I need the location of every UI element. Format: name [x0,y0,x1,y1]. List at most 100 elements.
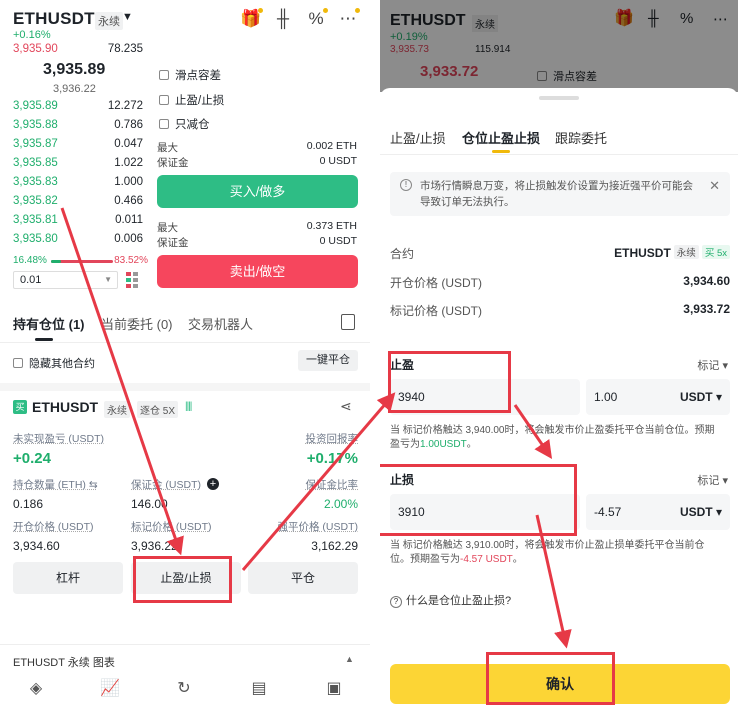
diamond-icon[interactable]: ◈ [26,680,46,698]
chevron-up-icon[interactable]: ▲ [345,654,354,664]
tab-position-tpsl[interactable]: 仓位止盈止损 [462,128,540,153]
trading-screen: ETHUSDT 永续 ▼ +0.16% 🎁 ╫ % ⋯ 3,935.90 78.… [0,0,370,707]
reduce-only-option[interactable]: 只减仓 [159,116,210,132]
margin-mode-tag: 逐仓 5X [137,401,179,418]
tp-price-input[interactable]: 3940 [390,379,580,415]
mark-price-row: 标记价格 (USDT) 3,933.72 [390,302,730,318]
candlestick-icon[interactable]: ╫ [272,8,294,30]
option-label: 止盈/止损 [175,95,225,107]
tpsl-sheet-screen: ETHUSDT 永续 +0.19% 3,935.73 115.914 3,933… [380,0,738,707]
close-position-button[interactable]: 平仓 [248,562,358,594]
checkbox[interactable] [159,95,169,105]
sl-unit-select[interactable]: USDT ▾ [680,494,722,530]
share-icon[interactable]: ⋖ [340,398,352,415]
bid-row[interactable]: 3,935.80 0.006 [13,233,143,247]
max-value: 0.373 ETH [306,220,357,232]
sell-margin: 保证金 0 USDT [157,235,357,249]
roi-label: 投资回报率 [305,433,359,445]
bid-row[interactable]: 3,935.89 12.272 [13,100,143,114]
modal-overlay[interactable] [380,0,738,92]
swap-icon[interactable]: ↻ [174,680,194,698]
side-leverage-tag: 买 5x [701,245,730,259]
entry-price-value: 3,934.60 [683,274,730,288]
percent-icon[interactable]: % [305,8,328,30]
unrealized-pnl: 未实现盈亏 (USDT) +0.24 [13,431,104,467]
bid-row[interactable]: 3,935.82 0.466 [13,195,143,209]
checkbox[interactable] [159,70,169,80]
slippage-option[interactable]: 滑点容差 [159,67,221,83]
bid-row[interactable]: 3,935.87 0.047 [13,138,143,152]
position-symbol[interactable]: ETHUSDT [32,399,98,415]
tp-unit-select[interactable]: USDT ▾ [680,379,722,415]
sl-hint-end: 。 [512,554,523,565]
chart-drawer-title[interactable]: ETHUSDT 永续 图表 [13,654,115,670]
buy-margin: 保证金 0 USDT [157,155,357,169]
sl-pnl-input[interactable]: -4.57 USDT ▾ [586,494,730,530]
chart-icon[interactable]: 📈 [100,680,120,698]
roi: 投资回报率 +0.17% [306,431,359,467]
margin-label: 保证金 [157,237,189,249]
sl-hint-pnl: -4.57 USDT [460,554,513,565]
contract-tag: 永续 [95,12,123,30]
bid-row[interactable]: 3,935.83 1.000 [13,176,143,190]
tab-bots[interactable]: 交易机器人 [188,314,253,333]
margin-ratio: 保证金比率 2.00% [306,477,359,511]
chevron-down-icon[interactable]: ▼ [122,11,133,23]
contract-label: 合约 [390,247,415,261]
divider [0,383,370,391]
orderbook-layout-icon[interactable] [126,272,140,288]
bid-qty: 0.466 [114,195,143,207]
tab-positions[interactable]: 持有仓位 (1) [13,314,85,341]
max-value: 0.002 ETH [306,140,357,152]
tab-open-orders[interactable]: 当前委托 (0) [101,314,173,333]
bid-price: 3,935.81 [13,214,58,226]
bid-row[interactable]: 3,935.81 0.011 [13,214,143,228]
history-icon[interactable] [341,314,355,330]
checkbox[interactable] [13,358,23,368]
bid-price: 3,935.85 [13,157,58,169]
tab-trailing-order[interactable]: 跟踪委托 [555,128,607,147]
price-step-select[interactable]: 0.01 ▼ [13,271,118,289]
position-qty-label[interactable]: 持仓数量 (ETH) ⇆ [13,477,98,492]
ask-row[interactable]: 3,935.90 78.235 [13,43,143,57]
liquidation-price: 强平价格 (USDT) 3,162.29 [278,519,359,553]
tp-pnl-input[interactable]: 1.00 USDT ▾ [586,379,730,415]
close-all-button[interactable]: 一键平仓 [298,350,358,371]
contract-value: ETHUSDT 永续买 5x [614,245,730,260]
faq-text: 什么是仓位止盈止损? [406,595,512,607]
bid-price: 3,935.83 [13,176,58,188]
buy-long-button[interactable]: 买入/做多 [157,175,358,208]
tpsl-button[interactable]: 止盈/止损 [131,562,241,594]
bid-row[interactable]: 3,935.88 0.786 [13,119,143,133]
sell-short-button[interactable]: 卖出/做空 [157,255,358,288]
tpsl-option[interactable]: 止盈/止损 [159,92,224,108]
mark-price-value: 3,936.22 [131,539,178,553]
orders-icon[interactable]: ▤ [249,680,269,698]
more-icon[interactable]: ⋯ [337,8,360,30]
hide-other-contracts[interactable]: 隐藏其他合约 [13,355,95,371]
symbol-title[interactable]: ETHUSDT [13,9,95,29]
tp-trigger-select[interactable]: 标记 ▾ [697,357,728,373]
confirm-button[interactable]: 确认 [390,664,730,704]
leverage-button[interactable]: 杠杆 [13,562,123,594]
wallet-icon[interactable]: ▣ [324,680,344,698]
tab-tpsl[interactable]: 止盈/止损 [390,128,446,147]
bid-row[interactable]: 3,935.85 1.022 [13,157,143,171]
gift-icon[interactable]: 🎁 [240,8,263,30]
liquidation-price-value: 3,162.29 [311,539,358,553]
add-margin-icon[interactable]: + [207,478,219,490]
tp-hint-pnl: 1.00USDT [420,439,467,450]
drag-handle[interactable] [539,96,579,100]
sl-trigger-select[interactable]: 标记 ▾ [697,472,728,488]
tp-hint-end: 。 [466,439,477,450]
position-qty-value: 0.186 [13,497,44,511]
tpsl-faq-link[interactable]: ? 什么是仓位止盈止损? [390,592,511,608]
trading-header: ETHUSDT 永续 ▼ +0.16% 🎁 ╫ % ⋯ [0,0,370,44]
tp-hint: 当 标记价格触达 3,940.00时，将会触发市价止盈委托平仓当前仓位。预期盈亏… [390,424,720,452]
checkbox[interactable] [159,119,169,129]
margin-value: 0 USDT [319,155,357,167]
close-icon[interactable]: ✕ [709,178,720,194]
sl-price-input[interactable]: 3910 [390,494,580,530]
bid-qty: 0.047 [114,138,143,150]
bid-price: 3,935.88 [13,119,58,131]
